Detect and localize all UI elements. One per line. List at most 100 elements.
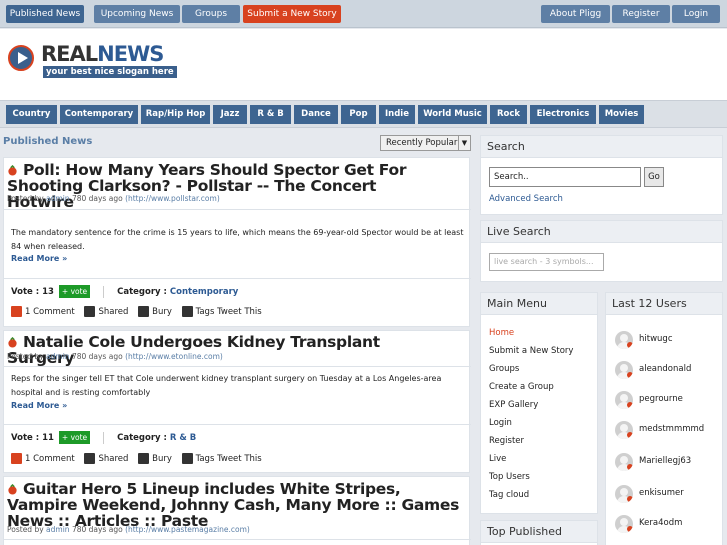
read-more-link[interactable]: Read More »: [11, 254, 67, 263]
tomato-icon: [8, 484, 17, 495]
bury-icon: [138, 306, 150, 317]
source-link[interactable]: (http://www.etonline.com): [125, 352, 223, 361]
nav-about-pligg[interactable]: About Pligg: [541, 5, 610, 23]
bury-link[interactable]: Bury: [138, 306, 172, 317]
nav-login[interactable]: Login: [672, 5, 720, 23]
category-country[interactable]: Country: [6, 105, 57, 124]
nav-submit-story[interactable]: Submit a New Story: [243, 5, 341, 23]
menu-submit-story[interactable]: Submit a New Story: [489, 346, 573, 356]
vote-button[interactable]: + vote: [58, 285, 91, 298]
avatar-icon: [615, 391, 633, 409]
story-meta: Posted by admin 780 days ago (http://www…: [7, 194, 220, 203]
tags-link[interactable]: Tags Tweet This: [181, 306, 262, 317]
vote-row: Vote : 11 + vote Category : R & B: [11, 431, 197, 444]
menu-top-users[interactable]: Top Users: [489, 472, 530, 482]
vote-count: 13: [42, 287, 54, 297]
shared-link[interactable]: Shared: [84, 306, 128, 317]
menu-groups[interactable]: Groups: [489, 364, 519, 374]
site-slogan: your best nice slogan here: [43, 66, 177, 78]
site-header: REALNEWS your best nice slogan here: [0, 29, 727, 100]
author-link[interactable]: admin: [46, 194, 70, 203]
main-menu-title: Main Menu: [481, 293, 597, 315]
read-more-link[interactable]: Read More »: [11, 401, 67, 410]
story-item: Natalie Cole Undergoes Kidney Transplant…: [3, 330, 471, 473]
avatar-icon: [615, 453, 633, 471]
author-link[interactable]: admin: [46, 352, 70, 361]
story-content: Reps for the singer tell ET that Cole un…: [11, 374, 442, 397]
top-published-title: Top Published: [481, 521, 597, 543]
divider: [4, 539, 471, 540]
category-r-and-b[interactable]: R & B: [250, 105, 291, 124]
category-rap-hip-hop[interactable]: Rap/Hip Hop: [141, 105, 210, 124]
search-input[interactable]: Search..: [489, 167, 641, 187]
bury-link[interactable]: Bury: [138, 453, 172, 464]
tags-link[interactable]: Tags Tweet This: [181, 453, 262, 464]
source-link[interactable]: (http://www.pastemagazine.com): [125, 525, 250, 534]
menu-live[interactable]: Live: [489, 454, 506, 464]
sort-select-value: Recently Popular: [386, 138, 458, 148]
menu-login[interactable]: Login: [489, 418, 512, 428]
logo-text: REALNEWS: [41, 42, 164, 66]
author-link[interactable]: admin: [46, 525, 70, 534]
story-actions: 1 Comment Shared Bury Tags Tweet This: [11, 453, 269, 464]
category-bar: Country Contemporary Rap/Hip Hop Jazz R …: [0, 100, 727, 128]
live-search-box: Live Search live search - 3 symbols...: [480, 220, 723, 282]
avatar-icon: [615, 515, 633, 533]
divider: [4, 366, 471, 367]
tomato-icon: [8, 165, 17, 176]
tag-icon: [181, 453, 193, 464]
live-search-input[interactable]: live search - 3 symbols...: [489, 253, 604, 271]
nav-published-news[interactable]: Published News: [6, 5, 84, 23]
comments-link[interactable]: 1 Comment: [11, 306, 75, 317]
menu-home[interactable]: Home: [489, 328, 514, 338]
story-content: The mandatory sentence for the crime is …: [11, 228, 464, 251]
story-title[interactable]: Natalie Cole Undergoes Kidney Transplant…: [7, 334, 447, 366]
story-title[interactable]: Guitar Hero 5 Lineup includes White Stri…: [7, 481, 467, 529]
category-link[interactable]: R & B: [170, 433, 196, 443]
nav-upcoming-news[interactable]: Upcoming News: [94, 5, 180, 23]
avatar-icon: [615, 331, 633, 349]
category-movies[interactable]: Movies: [599, 105, 644, 124]
nav-register[interactable]: Register: [612, 5, 670, 23]
category-pop[interactable]: Pop: [341, 105, 376, 124]
category-contemporary[interactable]: Contemporary: [60, 105, 138, 124]
search-go-button[interactable]: Go: [644, 167, 664, 187]
menu-exp-gallery[interactable]: EXP Gallery: [489, 400, 538, 410]
category-world-music[interactable]: World Music: [418, 105, 487, 124]
search-box: Search Search.. Go Advanced Search: [480, 135, 723, 215]
story-actions: 1 Comment Shared Bury Tags Tweet This: [11, 306, 269, 317]
last-users-title: Last 12 Users: [606, 293, 722, 315]
category-jazz[interactable]: Jazz: [213, 105, 247, 124]
story-meta: Posted by admin 780 days ago (http://www…: [7, 525, 250, 534]
top-published-box: Top Published: [480, 520, 598, 545]
tomato-icon: [8, 337, 17, 348]
menu-create-group[interactable]: Create a Group: [489, 382, 554, 392]
nav-groups[interactable]: Groups: [182, 5, 240, 23]
live-search-title: Live Search: [481, 221, 722, 243]
tag-icon: [181, 306, 193, 317]
story-meta: Posted by admin 780 days ago (http://www…: [7, 352, 223, 361]
category-rock[interactable]: Rock: [490, 105, 527, 124]
story-item: Guitar Hero 5 Lineup includes White Stri…: [3, 476, 471, 545]
chevron-down-icon: ▼: [458, 136, 470, 150]
vote-button[interactable]: + vote: [58, 431, 91, 444]
shared-link[interactable]: Shared: [84, 453, 128, 464]
sort-select[interactable]: Recently Popular ▼: [380, 135, 471, 151]
category-link[interactable]: Contemporary: [170, 287, 238, 297]
bury-icon: [138, 453, 150, 464]
menu-tag-cloud[interactable]: Tag cloud: [489, 490, 529, 500]
category-dance[interactable]: Dance: [294, 105, 338, 124]
menu-register[interactable]: Register: [489, 436, 524, 446]
story-item: Poll: How Many Years Should Spector Get …: [3, 157, 471, 327]
vote-count: 11: [42, 433, 54, 443]
category-electronics[interactable]: Electronics: [530, 105, 596, 124]
advanced-search-link[interactable]: Advanced Search: [489, 194, 563, 204]
divider: [4, 424, 471, 425]
category-indie[interactable]: Indie: [379, 105, 415, 124]
search-box-title: Search: [481, 136, 722, 158]
divider: [4, 278, 471, 279]
comments-link[interactable]: 1 Comment: [11, 453, 75, 464]
divider: [4, 209, 471, 210]
avatar-icon: [615, 485, 633, 503]
source-link[interactable]: (http://www.pollstar.com): [125, 194, 220, 203]
